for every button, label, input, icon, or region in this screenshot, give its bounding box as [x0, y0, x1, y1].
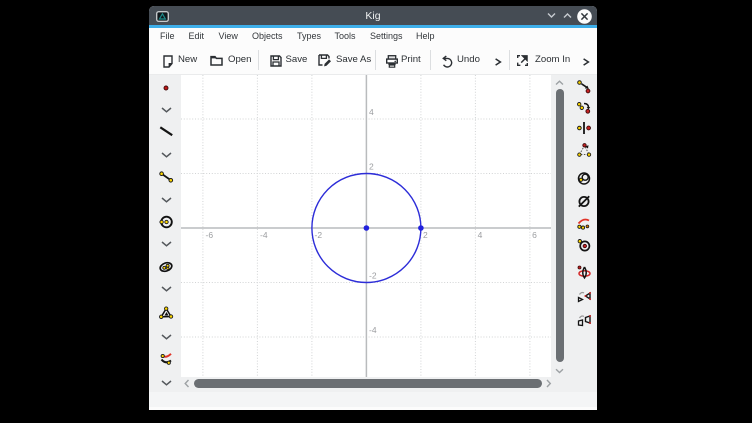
svg-text:4: 4: [369, 107, 374, 117]
svg-text:2: 2: [423, 230, 428, 240]
svg-text:2: 2: [369, 162, 374, 172]
svg-text:-4: -4: [369, 325, 377, 335]
svg-text:-2: -2: [315, 230, 323, 240]
svg-text:-6: -6: [206, 230, 214, 240]
svg-text:4: 4: [478, 230, 483, 240]
svg-text:6: 6: [532, 230, 537, 240]
svg-text:-2: -2: [369, 271, 377, 281]
svg-text:-4: -4: [260, 230, 268, 240]
